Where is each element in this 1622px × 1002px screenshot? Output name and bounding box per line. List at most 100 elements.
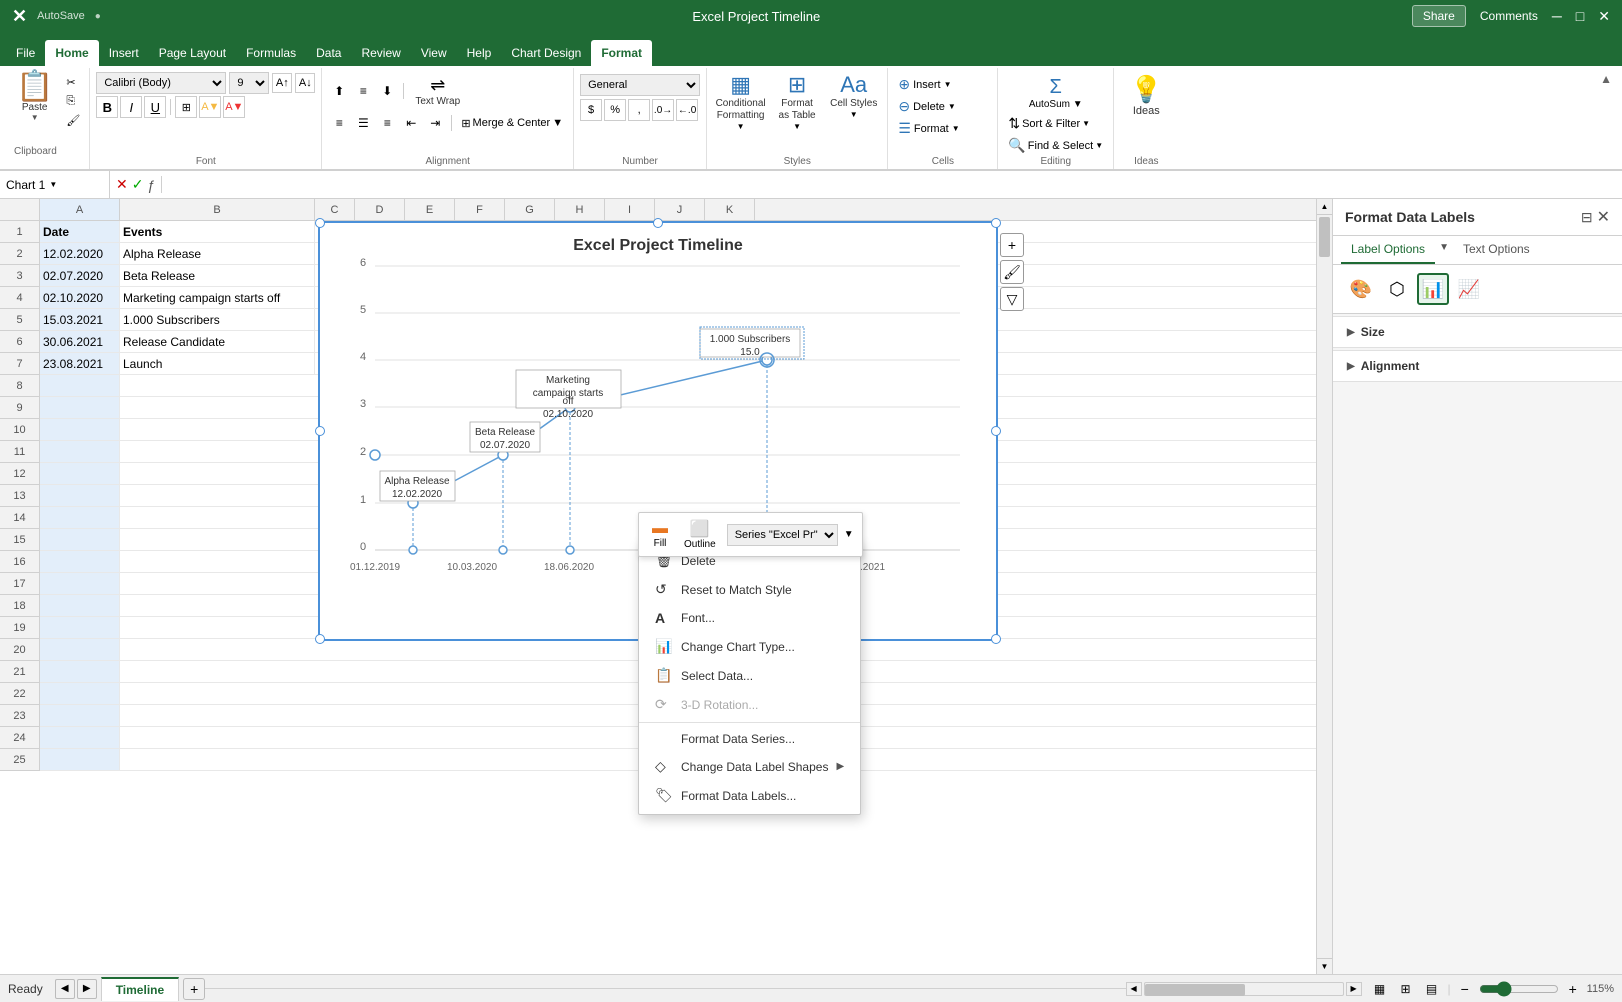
wrap-text-button[interactable]: ⇌ Text Wrap xyxy=(409,72,466,110)
ribbon-collapse-button[interactable]: ▲ xyxy=(1594,68,1618,90)
col-header-b[interactable]: B xyxy=(120,199,315,220)
row-num-22[interactable]: 22 xyxy=(0,683,39,705)
tab-help[interactable]: Help xyxy=(457,40,502,66)
border-button[interactable]: ⊞ xyxy=(175,96,197,118)
col-header-d[interactable]: D xyxy=(355,199,405,220)
decrease-decimal-button[interactable]: ←.0 xyxy=(676,99,698,121)
panel-paint-icon-button[interactable]: 🎨 xyxy=(1345,273,1377,305)
col-header-a[interactable]: A xyxy=(40,199,120,220)
ctx-reset-style[interactable]: ↺ Reset to Match Style xyxy=(639,575,860,604)
chart-filter-button[interactable]: ▽ xyxy=(1000,287,1024,311)
cell-reference-box[interactable]: Chart 1 ▼ xyxy=(0,171,110,198)
italic-button[interactable]: I xyxy=(120,96,142,118)
font-decrease-button[interactable]: A↓ xyxy=(295,73,315,93)
col-header-h[interactable]: H xyxy=(555,199,605,220)
cell-a4[interactable]: 02.10.2020 xyxy=(40,287,120,308)
tab-formulas[interactable]: Formulas xyxy=(236,40,306,66)
cell-a6[interactable]: 30.06.2021 xyxy=(40,331,120,352)
number-format-select[interactable]: General xyxy=(580,74,700,96)
format-as-table-button[interactable]: ⊞ Format as Table ▼ xyxy=(772,70,822,133)
sheet-tab-timeline[interactable]: Timeline xyxy=(101,977,179,1001)
underline-button[interactable]: U xyxy=(144,96,166,118)
col-header-g[interactable]: G xyxy=(505,199,555,220)
col-header-c[interactable]: C xyxy=(315,199,355,220)
row-num-1[interactable]: 1 xyxy=(0,221,39,243)
row-num-14[interactable]: 14 xyxy=(0,507,39,529)
cut-button[interactable]: ✂ xyxy=(63,74,83,91)
normal-view-button[interactable]: ▦ xyxy=(1370,979,1390,999)
row-num-20[interactable]: 20 xyxy=(0,639,39,661)
insert-function-icon[interactable]: ƒ xyxy=(147,177,155,193)
panel-tab-text-options[interactable]: Text Options xyxy=(1453,236,1540,264)
row-num-9[interactable]: 9 xyxy=(0,397,39,419)
row-num-7[interactable]: 7 xyxy=(0,353,39,375)
ctx-font[interactable]: A Font... xyxy=(639,604,860,632)
ideas-button[interactable]: 💡 Ideas xyxy=(1124,70,1168,121)
row-num-3[interactable]: 3 xyxy=(0,265,39,287)
col-header-j[interactable]: J xyxy=(655,199,705,220)
copy-button[interactable]: ⎘ xyxy=(63,93,83,110)
scroll-bar-thumb[interactable] xyxy=(1145,984,1245,996)
cell-styles-button[interactable]: Aa Cell Styles ▼ xyxy=(826,70,881,121)
sort-filter-button[interactable]: ⇅ Sort & Filter▼ xyxy=(1004,113,1107,134)
scroll-sheet-right[interactable]: ▶ xyxy=(77,979,97,999)
tab-data[interactable]: Data xyxy=(306,40,351,66)
row-num-10[interactable]: 10 xyxy=(0,419,39,441)
font-size-select[interactable]: 9 xyxy=(229,72,269,94)
tab-home[interactable]: Home xyxy=(45,40,98,66)
page-layout-view-button[interactable]: ⊞ xyxy=(1396,979,1416,999)
row-num-4[interactable]: 4 xyxy=(0,287,39,309)
row-num-2[interactable]: 2 xyxy=(0,243,39,265)
merge-center-button[interactable]: ⊞Merge & Center▼ xyxy=(457,115,567,132)
cell-b5[interactable]: 1.000 Subscribers xyxy=(120,309,315,330)
ctx-change-label-shapes[interactable]: ◇ Change Data Label Shapes ▶ xyxy=(639,752,860,781)
panel-column-chart-icon-button[interactable]: 📈 xyxy=(1453,273,1485,305)
scroll-down-button[interactable]: ▼ xyxy=(1317,958,1332,974)
size-section-header[interactable]: ▶ Size xyxy=(1347,325,1608,339)
align-top-button[interactable]: ⬆ xyxy=(328,80,350,102)
align-middle-button[interactable]: ≡ xyxy=(352,80,374,102)
row-num-16[interactable]: 16 xyxy=(0,551,39,573)
tab-file[interactable]: File xyxy=(6,40,45,66)
col-header-k[interactable]: K xyxy=(705,199,755,220)
share-button[interactable]: Share xyxy=(1412,5,1466,27)
row-num-21[interactable]: 21 xyxy=(0,661,39,683)
tab-chart-design[interactable]: Chart Design xyxy=(501,40,591,66)
maximize-icon[interactable]: □ xyxy=(1576,8,1584,24)
row-num-24[interactable]: 24 xyxy=(0,727,39,749)
vertical-scrollbar[interactable]: ▲ ▼ xyxy=(1316,199,1332,974)
ctx-change-chart-type[interactable]: 📊 Change Chart Type... xyxy=(639,632,860,661)
zoom-slider[interactable] xyxy=(1479,981,1559,997)
scroll-up-button[interactable]: ▲ xyxy=(1317,199,1332,215)
ctx-select-data[interactable]: 📋 Select Data... xyxy=(639,661,860,690)
scroll-left-button[interactable]: ◀ xyxy=(1126,982,1142,996)
chart-style-button[interactable]: 🖌 xyxy=(1000,260,1024,284)
row-num-19[interactable]: 19 xyxy=(0,617,39,639)
conditional-formatting-button[interactable]: ▦ Conditional Formatting ▼ xyxy=(713,70,768,133)
tab-insert[interactable]: Insert xyxy=(99,40,149,66)
tab-page-layout[interactable]: Page Layout xyxy=(149,40,236,66)
tab-view[interactable]: View xyxy=(411,40,457,66)
formula-input[interactable] xyxy=(162,178,1622,192)
col-header-f[interactable]: F xyxy=(455,199,505,220)
row-num-11[interactable]: 11 xyxy=(0,441,39,463)
row-num-23[interactable]: 23 xyxy=(0,705,39,727)
alignment-section-header[interactable]: ▶ Alignment xyxy=(1347,359,1608,373)
panel-tab-label-options[interactable]: Label Options xyxy=(1341,236,1435,264)
row-num-15[interactable]: 15 xyxy=(0,529,39,551)
decrease-indent-button[interactable]: ⇤ xyxy=(400,112,422,134)
cell-a5[interactable]: 15.03.2021 xyxy=(40,309,120,330)
cell-a3[interactable]: 02.07.2020 xyxy=(40,265,120,286)
percent-button[interactable]: % xyxy=(604,99,626,121)
col-header-e[interactable]: E xyxy=(405,199,455,220)
confirm-formula-icon[interactable]: ✓ xyxy=(132,176,144,193)
comma-button[interactable]: , xyxy=(628,99,650,121)
align-center-button[interactable]: ☰ xyxy=(352,112,374,134)
close-icon[interactable]: ✕ xyxy=(1598,8,1610,25)
row-num-6[interactable]: 6 xyxy=(0,331,39,353)
font-family-select[interactable]: Calibri (Body) xyxy=(96,72,226,94)
ctx-format-data-series[interactable]: Format Data Series... xyxy=(639,726,860,752)
panel-expand-button[interactable]: ⊟ xyxy=(1581,209,1593,226)
col-header-i[interactable]: I xyxy=(605,199,655,220)
bold-button[interactable]: B xyxy=(96,96,118,118)
